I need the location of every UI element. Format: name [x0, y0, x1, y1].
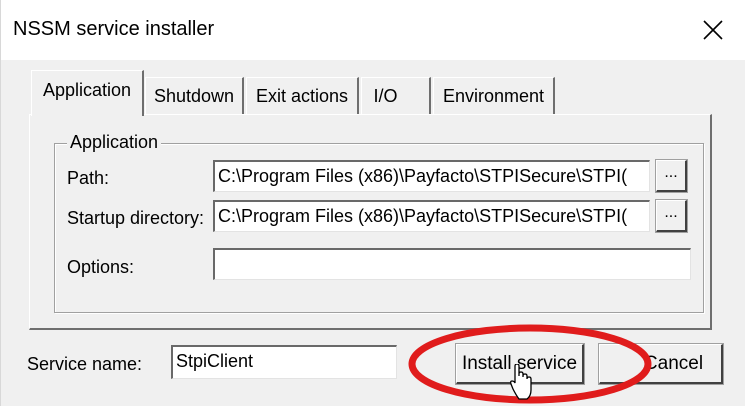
- startup-directory-input[interactable]: C:\Program Files (x86)\Payfacto\STPISecu…: [213, 200, 650, 232]
- tab-shutdown[interactable]: Shutdown: [145, 77, 244, 115]
- path-label: Path:: [67, 168, 110, 188]
- options-label: Options:: [67, 257, 135, 277]
- tab-io[interactable]: I/O: [361, 77, 431, 115]
- title-bar: NSSM service installer: [1, 0, 745, 60]
- groupbox-title: Application: [67, 132, 162, 153]
- window-title: NSSM service installer: [13, 18, 215, 40]
- nssm-dialog: NSSM service installer Application Shutd…: [0, 0, 745, 406]
- pointer-cursor-icon: [510, 364, 532, 400]
- tab-application-label: Application: [42, 80, 132, 100]
- tab-environment-label: Environment: [442, 86, 545, 106]
- path-input[interactable]: C:\Program Files (x86)\Payfacto\STPISecu…: [213, 160, 650, 192]
- options-input[interactable]: [213, 248, 691, 280]
- tab-io-label: I/O: [373, 86, 398, 106]
- close-button[interactable]: [680, 0, 745, 60]
- path-browse-button[interactable]: ...: [655, 159, 688, 193]
- cancel-button[interactable]: Cancel: [598, 343, 724, 385]
- startup-browse-button[interactable]: ...: [655, 199, 688, 233]
- tab-exit-actions-label: Exit actions: [255, 86, 349, 106]
- tab-application[interactable]: Application: [31, 70, 144, 116]
- tab-exit-actions[interactable]: Exit actions: [246, 77, 359, 115]
- close-icon: [703, 20, 723, 40]
- cancel-label: Cancel: [643, 352, 704, 374]
- tab-environment[interactable]: Environment: [433, 77, 555, 115]
- service-name-input[interactable]: StpiClient: [171, 345, 397, 379]
- startup-directory-label: Startup directory:: [67, 208, 205, 228]
- tab-shutdown-label: Shutdown: [153, 86, 235, 106]
- service-name-label: Service name:: [27, 354, 143, 374]
